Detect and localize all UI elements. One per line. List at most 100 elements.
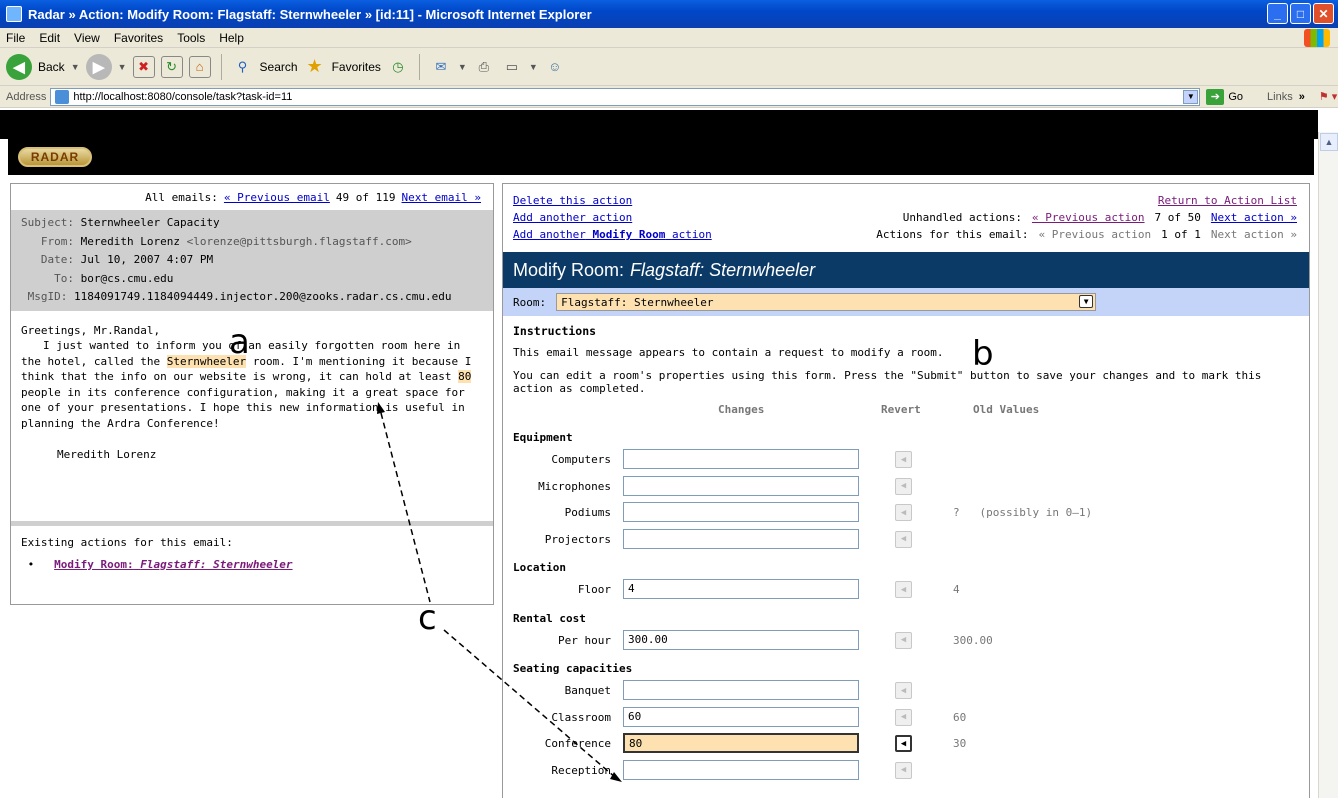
unhandled-label: Unhandled actions: — [902, 211, 1022, 224]
floor-label: Floor — [577, 583, 611, 596]
podiums-row: Podiums ◀ ? (possibly in 0–1) — [513, 500, 1299, 527]
microphones-revert-button[interactable]: ◀ — [895, 477, 912, 495]
links-label[interactable]: Links — [1267, 91, 1293, 103]
email-signature: Meredith Lorenz — [57, 448, 157, 461]
mail-dropdown-icon[interactable]: ▼ — [458, 62, 467, 72]
per-hour-revert-button[interactable]: ◀ — [895, 631, 912, 649]
return-action-list-link[interactable]: Return to Action List — [1158, 194, 1297, 207]
delete-action-link[interactable]: Delete this action — [513, 194, 632, 207]
back-button-label[interactable]: Back — [38, 60, 65, 74]
history-icon[interactable]: ◷ — [387, 56, 409, 78]
from-name: Meredith Lorenz — [80, 234, 180, 248]
toolbar-separator — [220, 53, 222, 80]
search-icon[interactable]: ⚲ — [232, 56, 254, 78]
existing-action-link[interactable]: Modify Room: Flagstaff: Sternwheeler — [54, 558, 292, 571]
print-icon[interactable]: ⎙ — [473, 56, 495, 78]
classroom-input[interactable]: 60 — [623, 706, 859, 727]
radar-logo[interactable]: RADAR — [18, 147, 92, 167]
next-email-link[interactable]: Next email » — [402, 191, 481, 204]
edit-icon[interactable]: ▭ — [501, 56, 523, 78]
favorites-star-icon[interactable]: ★ — [304, 56, 326, 78]
banquet-label: Banquet — [564, 684, 611, 697]
stop-icon[interactable]: ✖ — [132, 55, 155, 78]
room-form: Instructions This email message appears … — [503, 316, 1309, 792]
search-button-label[interactable]: Search — [260, 60, 298, 74]
forward-dropdown-icon[interactable]: ▼ — [118, 62, 127, 72]
reception-revert-button[interactable]: ◀ — [895, 761, 912, 779]
capacity-highlight[interactable]: 80 — [458, 370, 472, 383]
per-hour-input[interactable]: 300.00 — [623, 629, 859, 650]
links-chevron-icon[interactable]: » — [1299, 91, 1305, 103]
floor-input[interactable]: 4 — [623, 579, 859, 599]
page-scrollbar[interactable]: ▲ — [1318, 132, 1338, 798]
reception-input[interactable] — [623, 759, 859, 780]
classroom-revert-button[interactable]: ◀ — [895, 708, 912, 726]
refresh-icon[interactable]: ↻ — [160, 55, 183, 78]
podiums-revert-button[interactable]: ◀ — [895, 504, 912, 521]
window-title: Radar » Action: Modify Room: Flagstaff: … — [28, 6, 592, 22]
room-select[interactable]: Flagstaff: Sternwheeler ▼ — [556, 293, 1097, 311]
menu-tools[interactable]: Tools — [177, 31, 205, 45]
toolbar-extra-icon[interactable]: ⚑ ▾ — [1319, 90, 1337, 103]
add-modify-room-link[interactable]: Add another Modify Room action — [513, 228, 712, 241]
from-email: <lorenze@pittsburgh.flagstaff.com> — [186, 234, 412, 248]
projectors-revert-button[interactable]: ◀ — [895, 530, 912, 548]
favorites-button-label[interactable]: Favorites — [332, 60, 381, 74]
scroll-up-icon[interactable]: ▲ — [1320, 133, 1338, 151]
previous-email-link[interactable]: « Previous email — [224, 191, 330, 204]
projectors-input[interactable] — [623, 528, 859, 549]
banquet-revert-button[interactable]: ◀ — [895, 682, 912, 699]
existing-actions-label: Existing actions for this email: — [21, 535, 233, 549]
unhandled-prev-link[interactable]: « Previous action — [1032, 209, 1145, 226]
conference-revert-button[interactable]: ◀ — [895, 735, 912, 752]
email-header: Subject: Sternwheeler Capacity From: Mer… — [11, 210, 493, 311]
microphones-input[interactable] — [623, 475, 859, 496]
add-action-link[interactable]: Add another action — [513, 211, 632, 224]
menu-file[interactable]: File — [6, 31, 25, 45]
forward-arrow-icon[interactable]: ▶ — [85, 53, 112, 80]
date-label: Date: — [40, 253, 74, 266]
subject-value: Sternwheeler Capacity — [80, 216, 220, 229]
projectors-row: Projectors ◀ — [513, 527, 1299, 554]
back-arrow-icon[interactable]: ◀ — [6, 53, 32, 80]
edit-dropdown-icon[interactable]: ▼ — [529, 62, 538, 72]
menu-edit[interactable]: Edit — [39, 31, 60, 45]
mail-icon[interactable]: ✉ — [430, 56, 452, 78]
podiums-input[interactable] — [623, 502, 859, 522]
annotation-a: a — [229, 322, 250, 362]
toolbar-separator — [418, 53, 420, 80]
podiums-old-value: ? (possibly in 0–1) — [953, 506, 1093, 519]
go-label: Go — [1228, 90, 1244, 103]
maximize-button[interactable]: □ — [1290, 3, 1311, 24]
minimize-button[interactable]: _ — [1267, 3, 1288, 24]
email-actions-label: Actions for this email: — [876, 228, 1029, 241]
home-icon[interactable]: ⌂ — [188, 55, 211, 78]
email-text-part3: people in its conference configuration, … — [21, 385, 465, 430]
menu-view[interactable]: View — [74, 31, 100, 45]
banquet-input[interactable] — [623, 680, 859, 700]
address-label: Address — [6, 90, 47, 103]
address-url: http://localhost:8080/console/task?task-… — [73, 90, 293, 103]
menu-help[interactable]: Help — [219, 31, 244, 45]
floor-revert-button[interactable]: ◀ — [895, 581, 912, 598]
address-dropdown-icon[interactable]: ▼ — [1183, 89, 1199, 104]
computers-revert-button[interactable]: ◀ — [895, 451, 912, 468]
address-input[interactable]: http://localhost:8080/console/task?task-… — [50, 87, 1201, 106]
close-button[interactable]: ✕ — [1313, 3, 1334, 24]
reception-label: Reception — [551, 763, 611, 777]
bullet-icon: • — [21, 557, 48, 571]
revert-column-header: Revert — [881, 403, 921, 416]
messenger-icon[interactable]: ☺ — [544, 56, 566, 78]
annotation-b: b — [972, 334, 994, 374]
rental-section-heading: Rental cost — [513, 611, 586, 625]
go-button[interactable]: ➔ Go — [1206, 88, 1244, 105]
email-greeting: Greetings, Mr.Randal, — [21, 323, 161, 337]
back-dropdown-icon[interactable]: ▼ — [71, 62, 80, 72]
menu-favorites[interactable]: Favorites — [114, 31, 163, 45]
conference-input[interactable]: 80 — [623, 733, 859, 753]
unhandled-next-link[interactable]: Next action » — [1211, 209, 1297, 226]
chevron-down-icon[interactable]: ▼ — [1079, 295, 1094, 308]
old-values-column-header: Old Values — [973, 403, 1040, 416]
instructions-text-2: You can edit a room's properties using t… — [513, 369, 1262, 395]
computers-input[interactable] — [623, 449, 859, 469]
